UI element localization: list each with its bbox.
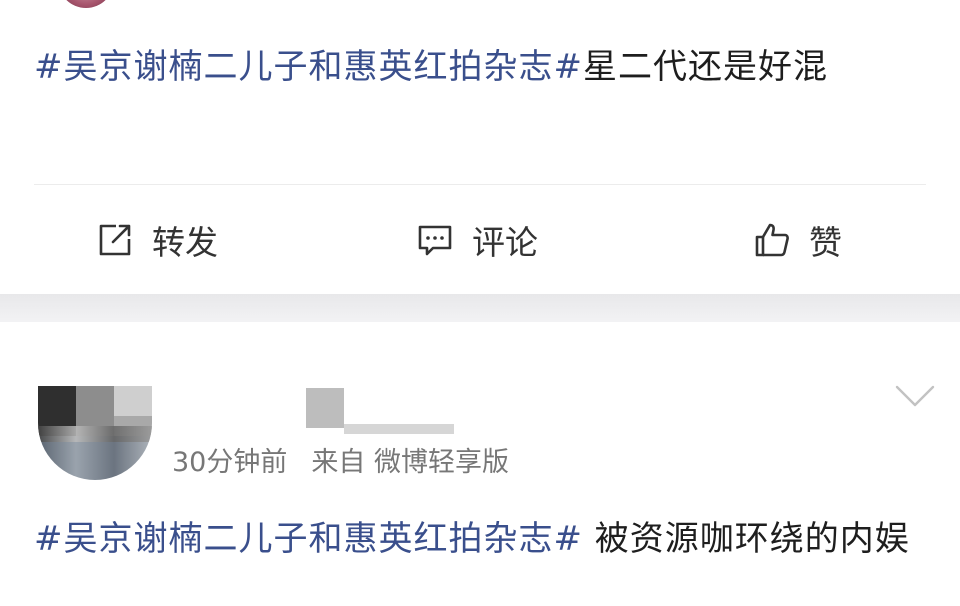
post-content: #吴京谢楠二儿子和惠英红拍杂志# 被资源咖环绕的内娱 — [34, 512, 914, 566]
username-redacted[interactable] — [306, 388, 344, 428]
post-body-text: 被资源咖环绕的内娱 — [582, 519, 910, 559]
like-label: 赞 — [809, 223, 842, 262]
repost-icon — [99, 224, 131, 256]
post-meta: 30分钟前 来自 微博轻享版 — [172, 440, 509, 479]
post-body-text: 星二代还是好混 — [582, 47, 828, 87]
comment-icon — [418, 225, 452, 256]
card-separator — [0, 294, 960, 322]
post-time: 30分钟前 — [172, 447, 288, 478]
comment-button[interactable]: 评论 — [416, 214, 538, 266]
topic-hashtag-link[interactable]: #吴京谢楠二儿子和惠英红拍杂志# — [34, 519, 583, 559]
topic-hashtag-link[interactable]: #吴京谢楠二儿子和惠英红拍杂志# — [34, 47, 583, 87]
like-button[interactable]: 赞 — [753, 214, 842, 266]
post-content: #吴京谢楠二儿子和惠英红拍杂志#星二代还是好混 — [34, 40, 914, 94]
username-redacted-strip — [344, 424, 454, 434]
chevron-down-icon[interactable] — [894, 382, 936, 410]
post-source[interactable]: 来自 微博轻享版 — [311, 440, 509, 479]
avatar[interactable] — [58, 0, 114, 8]
avatar[interactable] — [38, 386, 152, 480]
repost-label: 转发 — [152, 223, 218, 262]
like-icon — [755, 223, 789, 257]
divider — [34, 184, 926, 185]
comment-label: 评论 — [472, 223, 538, 262]
repost-button[interactable]: 转发 — [96, 214, 218, 266]
post-card-1: #吴京谢楠二儿子和惠英红拍杂志#星二代还是好混 转发 评论 赞 — [0, 0, 960, 294]
